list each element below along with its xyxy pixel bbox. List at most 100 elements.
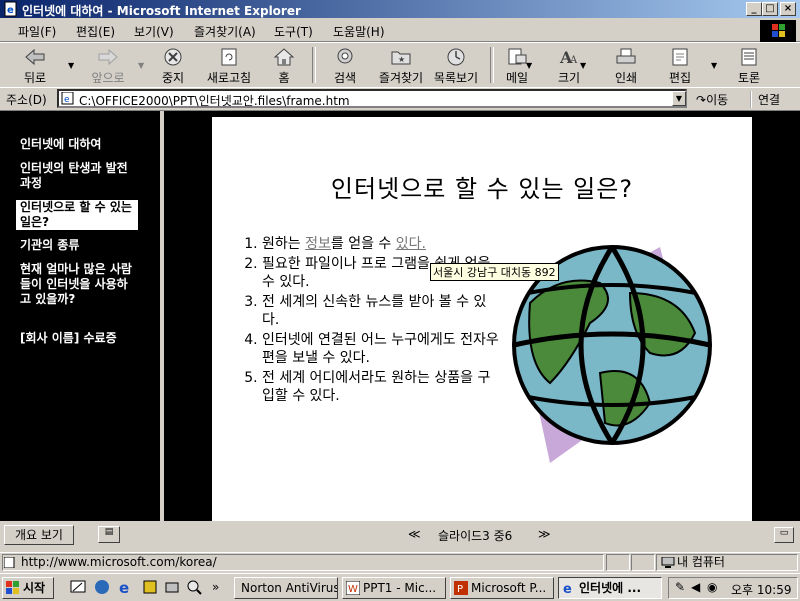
menu-file[interactable]: 파일(F) xyxy=(18,23,56,40)
back-button[interactable]: 뒤로 xyxy=(10,45,60,85)
windows-logo xyxy=(760,20,796,42)
svg-text:e: e xyxy=(7,5,14,16)
start-button[interactable]: 시작 xyxy=(2,577,54,599)
menu-favorites[interactable]: 즐겨찾기(A) xyxy=(194,23,256,40)
more-quicklaunch-icon[interactable]: » xyxy=(212,580,219,594)
volume-icon[interactable]: ◀ xyxy=(691,580,700,594)
go-button[interactable]: ↷이동 xyxy=(696,91,728,108)
mail-icon xyxy=(508,48,527,65)
outline-pane: 인터넷에 대하여 인터넷의 탄생과 발전과정 인터넷으로 할 수 있는 일은? … xyxy=(0,111,160,519)
bullet-list: 원하는 정보를 얻을 수 있다. 필요한 파일이나 프로 그램을 쉽게 얻을 수… xyxy=(242,235,502,407)
outline-item[interactable]: 현재 얼마나 많은 사람들이 인터넷을 사용하고 있을까? xyxy=(20,262,138,307)
forward-arrow-icon xyxy=(98,48,118,66)
taskbar: 시작 e » Norton AntiVirus W PPT1 - Mic... … xyxy=(0,573,800,601)
edit-button[interactable]: 편집 xyxy=(662,45,698,85)
edit-dropdown-icon[interactable]: ▼ xyxy=(711,61,717,70)
app-icon[interactable] xyxy=(164,579,180,595)
search-icon[interactable] xyxy=(186,579,202,595)
back-dropdown-icon[interactable]: ▼ xyxy=(68,61,74,70)
security-zone: 내 컴퓨터 xyxy=(656,554,798,571)
menu-tools[interactable]: 도구(T) xyxy=(274,23,313,40)
address-input[interactable]: e C:\OFFICE2000\PPT\인터넷교안.files\frame.ht… xyxy=(57,89,687,108)
minimize-button[interactable]: _ xyxy=(746,2,762,16)
toolbar-separator xyxy=(312,47,316,83)
standard-toolbar: 뒤로 ▼ 앞으로 ▼ 중지 새로고침 홈 검색 ★ 즐겨찾기 목록보기 메일 ▼… xyxy=(0,42,800,88)
info-link[interactable]: 정보 xyxy=(305,236,331,252)
outline-view-button[interactable]: 개요 보기 xyxy=(4,525,74,545)
powerpoint-icon: P xyxy=(454,581,468,595)
status-text: http://www.microsoft.com/korea/ xyxy=(2,554,604,571)
refresh-icon xyxy=(221,48,237,66)
svg-text:e: e xyxy=(119,579,129,595)
task-button-norton[interactable]: Norton AntiVirus xyxy=(234,577,338,599)
show-desktop-icon[interactable] xyxy=(70,579,86,595)
ie-icon[interactable]: e xyxy=(118,579,134,595)
font-size-icon: AA xyxy=(559,48,578,67)
go-arrow-icon: ↷ xyxy=(696,93,707,107)
stop-button[interactable]: 중지 xyxy=(152,45,194,85)
page-content: 인터넷에 대하여 인터넷의 탄생과 발전과정 인터넷으로 할 수 있는 일은? … xyxy=(0,111,800,551)
size-dropdown-icon[interactable]: ▼ xyxy=(580,61,586,70)
home-button[interactable]: 홈 xyxy=(264,45,304,85)
mail-dropdown-icon[interactable]: ▼ xyxy=(526,61,532,70)
powerpoint-icon: W xyxy=(346,581,360,595)
pen-tray-icon[interactable]: ✎ xyxy=(675,580,685,594)
address-dropdown-icon[interactable]: ▼ xyxy=(672,91,686,106)
svg-text:★: ★ xyxy=(398,55,405,64)
status-panel xyxy=(606,554,630,571)
task-button-ppt1[interactable]: W PPT1 - Mic... xyxy=(342,577,446,599)
search-button[interactable]: 검색 xyxy=(324,45,366,85)
maximize-button[interactable]: □ xyxy=(762,2,778,16)
close-button[interactable]: × xyxy=(780,2,796,16)
tooltip: 서울시 강남구 대치동 892 xyxy=(430,263,559,281)
start-label: 시작 xyxy=(23,581,46,595)
outline-toggle-icon[interactable]: ▤ xyxy=(98,526,120,543)
app-icon[interactable] xyxy=(142,579,158,595)
forward-button[interactable]: 앞으로 xyxy=(80,45,136,85)
task-button-powerpoint[interactable]: P Microsoft P... xyxy=(450,577,554,599)
menu-help[interactable]: 도움말(H) xyxy=(333,23,385,40)
back-arrow-icon xyxy=(25,48,45,66)
print-button[interactable]: 인쇄 xyxy=(608,45,644,85)
menu-edit[interactable]: 편집(E) xyxy=(76,23,115,40)
fullscreen-icon[interactable]: ▭ xyxy=(774,527,794,543)
ie-page-icon: e xyxy=(4,1,17,17)
address-label: 주소(D) xyxy=(6,93,47,107)
prev-slide-button[interactable]: ≪ xyxy=(408,527,421,541)
outline-item[interactable]: 인터넷에 대하여 xyxy=(20,137,138,152)
title-bar[interactable]: e 인터넷에 대하여 - Microsoft Internet Explorer… xyxy=(0,0,800,18)
history-button[interactable]: 목록보기 xyxy=(430,45,482,85)
svg-text:W: W xyxy=(348,584,358,595)
antivirus-tray-icon[interactable]: ◉ xyxy=(707,580,717,594)
refresh-button[interactable]: 새로고침 xyxy=(200,45,258,85)
outline-item[interactable]: [회사 이름] 수료증 xyxy=(20,331,138,346)
favorites-folder-icon: ★ xyxy=(391,51,411,65)
discuss-button[interactable]: 토론 xyxy=(732,45,766,85)
svg-text:A: A xyxy=(569,55,578,66)
task-button-ie[interactable]: e 인터넷에 ... xyxy=(558,577,662,599)
outline-item[interactable]: 인터넷의 탄생과 발전과정 xyxy=(20,161,138,191)
computer-icon xyxy=(661,557,675,568)
history-clock-icon xyxy=(447,48,465,66)
can-link[interactable]: 있다. xyxy=(396,236,426,252)
slide-counter: 슬라이드3 중6 xyxy=(438,529,513,543)
status-bar: http://www.microsoft.com/korea/ 내 컴퓨터 xyxy=(0,552,800,573)
bullet-item: 전 세계 어디에서라도 원하는 상품을 구입할 수 있다. xyxy=(262,369,502,405)
windows-flag-icon xyxy=(772,24,785,37)
window-title: 인터넷에 대하여 - Microsoft Internet Explorer xyxy=(22,4,301,18)
links-button[interactable]: 연결 xyxy=(750,91,780,108)
menu-view[interactable]: 보기(V) xyxy=(134,23,174,40)
favorites-button[interactable]: ★ 즐겨찾기 xyxy=(372,45,430,85)
next-slide-button[interactable]: ≫ xyxy=(538,527,551,541)
clock[interactable]: 오후 10:59 xyxy=(731,581,791,598)
bullet-item: 인터넷에 연결된 어느 누구에게도 전자우편을 보낼 수 있다. xyxy=(262,331,502,367)
page-icon: e xyxy=(61,92,74,105)
ie-icon: e xyxy=(563,582,572,595)
menu-bar: 파일(F) 편집(E) 보기(V) 즐겨찾기(A) 도구(T) 도움말(H) xyxy=(0,19,800,42)
outlook-icon[interactable] xyxy=(94,579,110,595)
outline-item-selected[interactable]: 인터넷으로 할 수 있는 일은? xyxy=(16,200,138,230)
home-icon xyxy=(273,48,295,66)
outline-item[interactable]: 기관의 종류 xyxy=(20,238,138,253)
forward-dropdown-icon[interactable]: ▼ xyxy=(138,61,144,70)
windows-flag-icon xyxy=(6,581,19,594)
